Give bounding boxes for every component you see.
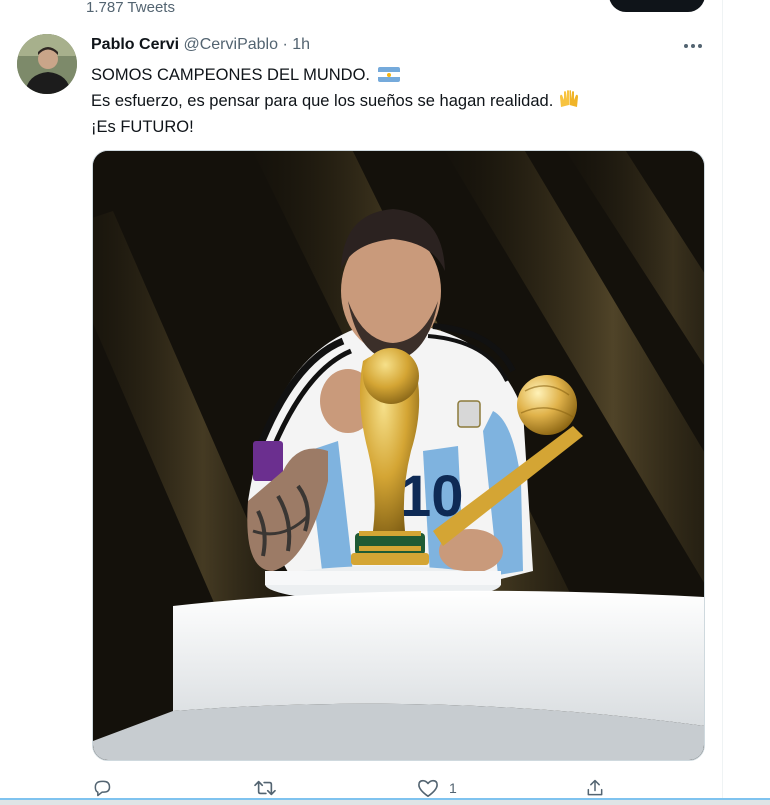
- tweet-media-image[interactable]: 10: [92, 150, 705, 761]
- like-button[interactable]: 1: [417, 778, 457, 798]
- avatar-photo: [17, 34, 77, 94]
- retweet-button[interactable]: [254, 778, 286, 798]
- column-divider: [722, 0, 723, 805]
- share-button[interactable]: [585, 778, 605, 798]
- tweet-count: 1.787 Tweets: [86, 0, 175, 16]
- tweet-line-2: Es esfuerzo, es pensar para que los sueñ…: [91, 88, 691, 114]
- argentina-flag-icon: [378, 67, 401, 82]
- retweet-icon: [254, 780, 276, 796]
- author-name[interactable]: Pablo Cervi: [91, 36, 179, 53]
- follow-button[interactable]: [609, 0, 705, 12]
- avatar[interactable]: [17, 34, 77, 94]
- more-options-icon[interactable]: [681, 34, 705, 58]
- author-handle[interactable]: @CerviPablo: [183, 36, 278, 53]
- tweet-line-2-text: Es esfuerzo, es pensar para que los sueñ…: [91, 92, 554, 110]
- tweet-timestamp[interactable]: 1h: [292, 36, 310, 53]
- page-bottom-bar: [0, 798, 770, 805]
- author-line: Pablo Cervi @CerviPablo · 1h: [91, 36, 310, 54]
- like-count: 1: [449, 780, 457, 796]
- share-icon: [587, 779, 603, 796]
- trophy-photo: 10: [93, 151, 704, 760]
- meta-separator: ·: [282, 36, 288, 53]
- tweet-line-3: ¡Es FUTURO!: [91, 118, 194, 136]
- reply-button[interactable]: [92, 778, 122, 798]
- tweet-text: SOMOS CAMPEONES DEL MUNDO. Es esfuerzo, …: [91, 62, 691, 140]
- tweet-line-1: SOMOS CAMPEONES DEL MUNDO.: [91, 62, 691, 88]
- tweet-line-1-text: SOMOS CAMPEONES DEL MUNDO.: [91, 66, 371, 84]
- reply-icon: [94, 780, 111, 797]
- heart-icon: [418, 779, 438, 797]
- raising-hands-icon: [560, 90, 579, 107]
